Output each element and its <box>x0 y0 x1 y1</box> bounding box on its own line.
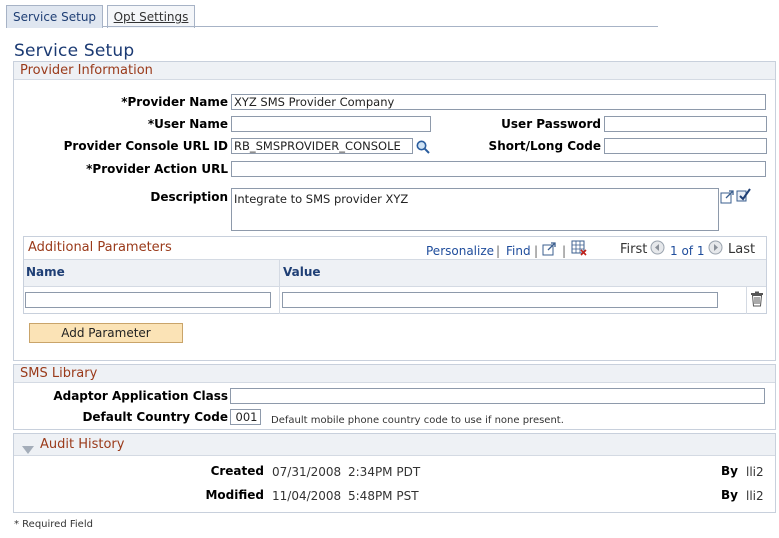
short-long-code-input[interactable] <box>604 138 767 154</box>
parameter-value-input[interactable] <box>282 292 718 308</box>
action-url-input[interactable] <box>231 161 766 177</box>
last-label: Last <box>728 242 756 257</box>
console-url-label: Provider Console URL ID <box>63 139 228 153</box>
short-long-code-label: Short/Long Code <box>488 139 601 153</box>
download-grid-icon[interactable] <box>571 240 587 256</box>
modified-by-value: lli2 <box>746 489 764 503</box>
find-link[interactable]: Find <box>506 244 531 258</box>
provider-name-input[interactable]: XYZ SMS Provider Company <box>231 94 766 110</box>
tab-opt-settings-label: Opt Settings <box>113 10 189 24</box>
page-title: Service Setup <box>14 41 135 61</box>
column-header-value[interactable]: Value <box>283 265 321 279</box>
user-password-label: User Password <box>501 117 601 131</box>
column-header-name[interactable]: Name <box>26 265 65 279</box>
description-label: Description <box>150 190 228 204</box>
adaptor-application-class-label: Adaptor Application Class <box>53 389 228 403</box>
previous-arrow-icon[interactable] <box>650 240 665 255</box>
modified-time: 5:48PM PST <box>348 489 419 503</box>
lookup-search-icon[interactable] <box>415 139 431 155</box>
add-parameter-button[interactable]: Add Parameter <box>29 323 183 343</box>
adaptor-application-class-input[interactable] <box>230 388 765 404</box>
expand-textarea-icon[interactable] <box>720 189 735 204</box>
delete-row-trash-icon[interactable] <box>750 291 764 307</box>
personalize-link[interactable]: Personalize <box>426 244 494 258</box>
provider-information-header: Provider Information <box>14 62 775 80</box>
default-country-code-input[interactable]: 001 <box>230 409 261 425</box>
additional-parameters-title: Additional Parameters <box>28 240 172 255</box>
tab-opt-settings[interactable]: Opt Settings <box>107 5 195 28</box>
next-arrow-icon[interactable] <box>708 240 723 255</box>
collapse-triangle-icon[interactable] <box>21 440 35 454</box>
tab-service-setup[interactable]: Service Setup <box>6 5 103 28</box>
provider-name-label: *Provider Name <box>121 95 228 109</box>
created-by-value: lli2 <box>746 465 764 479</box>
modified-date: 11/04/2008 <box>272 489 342 503</box>
console-url-input[interactable]: RB_SMSPROVIDER_CONSOLE <box>231 138 413 154</box>
country-code-hint: Default mobile phone country code to use… <box>271 415 564 426</box>
description-textarea[interactable]: Integrate to SMS provider XYZ <box>231 188 719 231</box>
grid-column-divider-2 <box>746 287 747 314</box>
required-field-note: * Required Field <box>14 519 93 530</box>
modified-by-label: By <box>721 488 738 502</box>
view-all-icon[interactable] <box>542 241 558 256</box>
spellcheck-icon[interactable] <box>736 187 752 203</box>
modified-label: Modified <box>205 488 264 502</box>
created-by-label: By <box>721 464 738 478</box>
first-label: First <box>620 242 648 257</box>
created-time: 2:34PM PDT <box>348 465 421 479</box>
audit-history-header-bar[interactable]: Audit History <box>14 434 775 456</box>
sms-library-header: SMS Library <box>14 365 775 383</box>
created-date: 07/31/2008 <box>272 465 342 479</box>
user-name-label: *User Name <box>147 117 228 131</box>
nav-separator-3: | <box>562 244 567 258</box>
action-url-label: *Provider Action URL <box>86 162 228 176</box>
default-country-code-label: Default Country Code <box>82 410 228 424</box>
audit-history-header: Audit History <box>40 437 125 452</box>
grid-column-divider <box>279 260 280 314</box>
parameter-name-input[interactable] <box>25 292 271 308</box>
user-name-input[interactable] <box>231 116 431 132</box>
created-label: Created <box>210 464 264 478</box>
user-password-input[interactable] <box>604 116 767 132</box>
tab-divider <box>103 26 658 27</box>
nav-separator-2: | <box>534 244 539 258</box>
nav-separator: | <box>496 244 501 258</box>
grid-header-bar <box>24 259 766 287</box>
page-range: 1 of 1 <box>670 244 705 258</box>
